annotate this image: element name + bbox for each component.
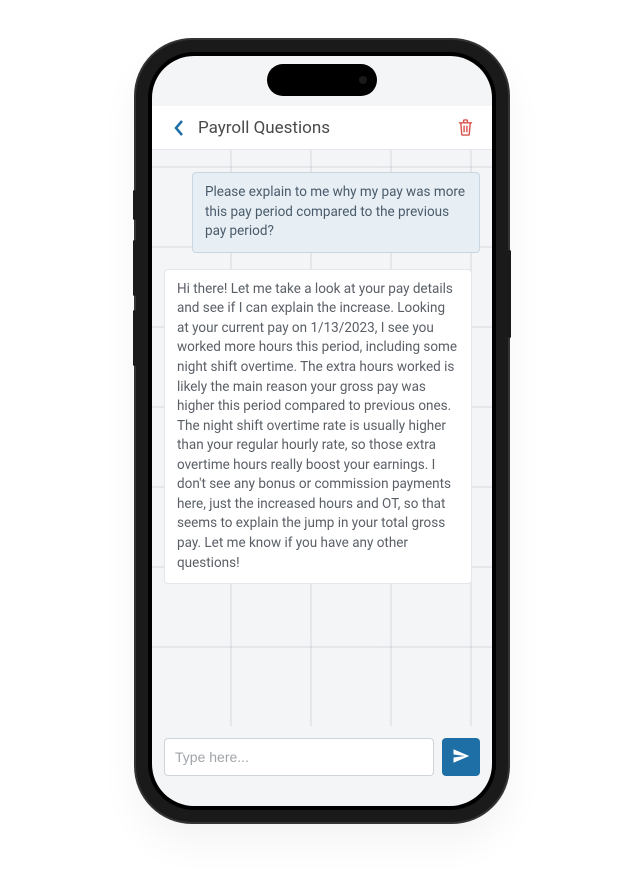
send-button[interactable] [442, 738, 480, 776]
composer [152, 726, 492, 788]
phone-frame: Payroll Questions Please explain to me w… [136, 40, 508, 822]
app-header: Payroll Questions [152, 106, 492, 150]
power-button [508, 250, 511, 338]
chat-area: Please explain to me why my pay was more… [152, 150, 492, 726]
volume-up [133, 240, 136, 296]
page-title: Payroll Questions [198, 118, 452, 138]
volume-down [133, 310, 136, 366]
dynamic-island [267, 64, 377, 96]
phone-bezel: Payroll Questions Please explain to me w… [148, 52, 496, 810]
assistant-message: Hi there! Let me take a look at your pay… [164, 269, 472, 584]
delete-button[interactable] [452, 115, 478, 141]
user-message: Please explain to me why my pay was more… [192, 172, 480, 253]
screen: Payroll Questions Please explain to me w… [152, 56, 492, 806]
mute-switch [133, 190, 136, 220]
message-input[interactable] [164, 738, 434, 776]
send-icon [452, 747, 470, 768]
back-button[interactable] [166, 115, 192, 141]
